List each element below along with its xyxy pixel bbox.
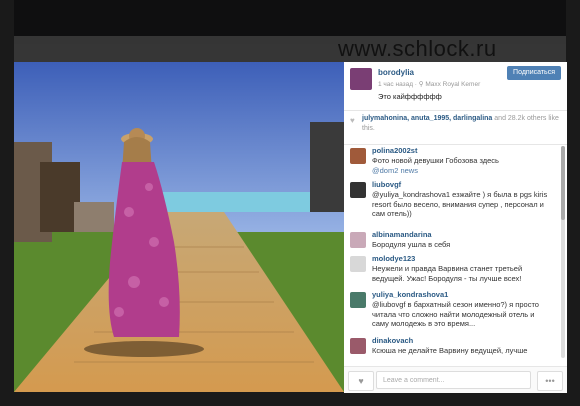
commenter-avatar[interactable] [350, 182, 366, 198]
commenter-name[interactable]: dinakovach [372, 336, 413, 345]
commenter-name[interactable]: yuliya_kondrashova1 [372, 290, 448, 299]
comment-text: Неужели и правда Варвина станет третьей … [372, 264, 523, 283]
commenter-avatar[interactable] [350, 232, 366, 248]
post-panel: borodylia Подписаться 1 час назад · ⚲ Ma… [344, 62, 567, 393]
post-footer: ♥ Leave a comment... ••• [344, 366, 567, 393]
comment-item: albinamandarina Бородуля ушла в себя [344, 230, 560, 252]
like-button[interactable]: ♥ [348, 371, 374, 391]
comment-text-main: Фото новой девушки Гобозова здесь [372, 156, 499, 165]
commenter-name[interactable]: molodye123 [372, 254, 415, 263]
heart-icon: ♥ [358, 376, 364, 386]
post-photo[interactable] [14, 62, 344, 392]
post-time-location[interactable]: 1 час назад · ⚲ Maxx Royal Kemer [378, 80, 480, 88]
likers-names[interactable]: julymahonina, anuta_1995, darlingalina [362, 115, 492, 122]
more-options-button[interactable]: ••• [537, 371, 563, 391]
post-header: borodylia Подписаться 1 час назад · ⚲ Ma… [344, 62, 567, 111]
comment-text: @yuliya_kondrashova1 езжайте ) я была в … [372, 190, 548, 218]
comment-item: yuliya_kondrashova1 @liubovgf в бархатны… [344, 290, 560, 332]
comment-input[interactable]: Leave a comment... [376, 371, 531, 389]
comment-item: molodye123 Неужели и правда Варвина стан… [344, 254, 560, 286]
comment-item: dinakovach Ксюша не делайте Варвину веду… [344, 336, 560, 366]
heart-icon: ♥ [350, 116, 355, 125]
commenter-name[interactable]: polina2002st [372, 146, 417, 155]
ellipsis-icon: ••• [545, 376, 555, 386]
likes-text: julymahonina, anuta_1995, darlingalina a… [362, 114, 562, 134]
comment-item: polina2002st Фото новой девушки Гобозова… [344, 146, 560, 180]
author-avatar[interactable] [350, 68, 372, 90]
comments-list: polina2002st Фото новой девушки Гобозова… [344, 144, 567, 366]
post-caption: Это кайфффффф [378, 92, 442, 101]
comment-text: Ксюша не делайте Варвину ведущей, лучше [372, 346, 528, 355]
scrollbar-thumb[interactable] [561, 146, 565, 220]
comment-mention-link[interactable]: @dom2 news [372, 166, 418, 175]
beach-photo-image [14, 62, 344, 392]
likes-section: ♥ julymahonina, anuta_1995, darlingalina… [344, 110, 567, 145]
screenshot-frame: www.schlock.ru borodylia Подписаться 1 ч… [0, 0, 580, 406]
watermark: www.schlock.ru [338, 36, 497, 61]
comment-text: Бородуля ушла в себя [372, 240, 451, 249]
author-username[interactable]: borodylia [378, 68, 414, 77]
comment-text: Фото новой девушки Гобозова здесь @dom2 … [372, 156, 552, 175]
commenter-name[interactable]: albinamandarina [372, 230, 432, 239]
comment-item: liubovgf @yuliya_kondrashova1 езжайте ) … [344, 180, 560, 228]
follow-button[interactable]: Подписаться [507, 66, 561, 80]
commenter-avatar[interactable] [350, 148, 366, 164]
comment-text: @liubovgf в бархатный сезон именно?) я п… [372, 300, 539, 328]
commenter-avatar[interactable] [350, 256, 366, 272]
commenter-avatar[interactable] [350, 338, 366, 354]
comments-scrollbar[interactable] [561, 146, 565, 358]
commenter-avatar[interactable] [350, 292, 366, 308]
commenter-name[interactable]: liubovgf [372, 180, 401, 189]
